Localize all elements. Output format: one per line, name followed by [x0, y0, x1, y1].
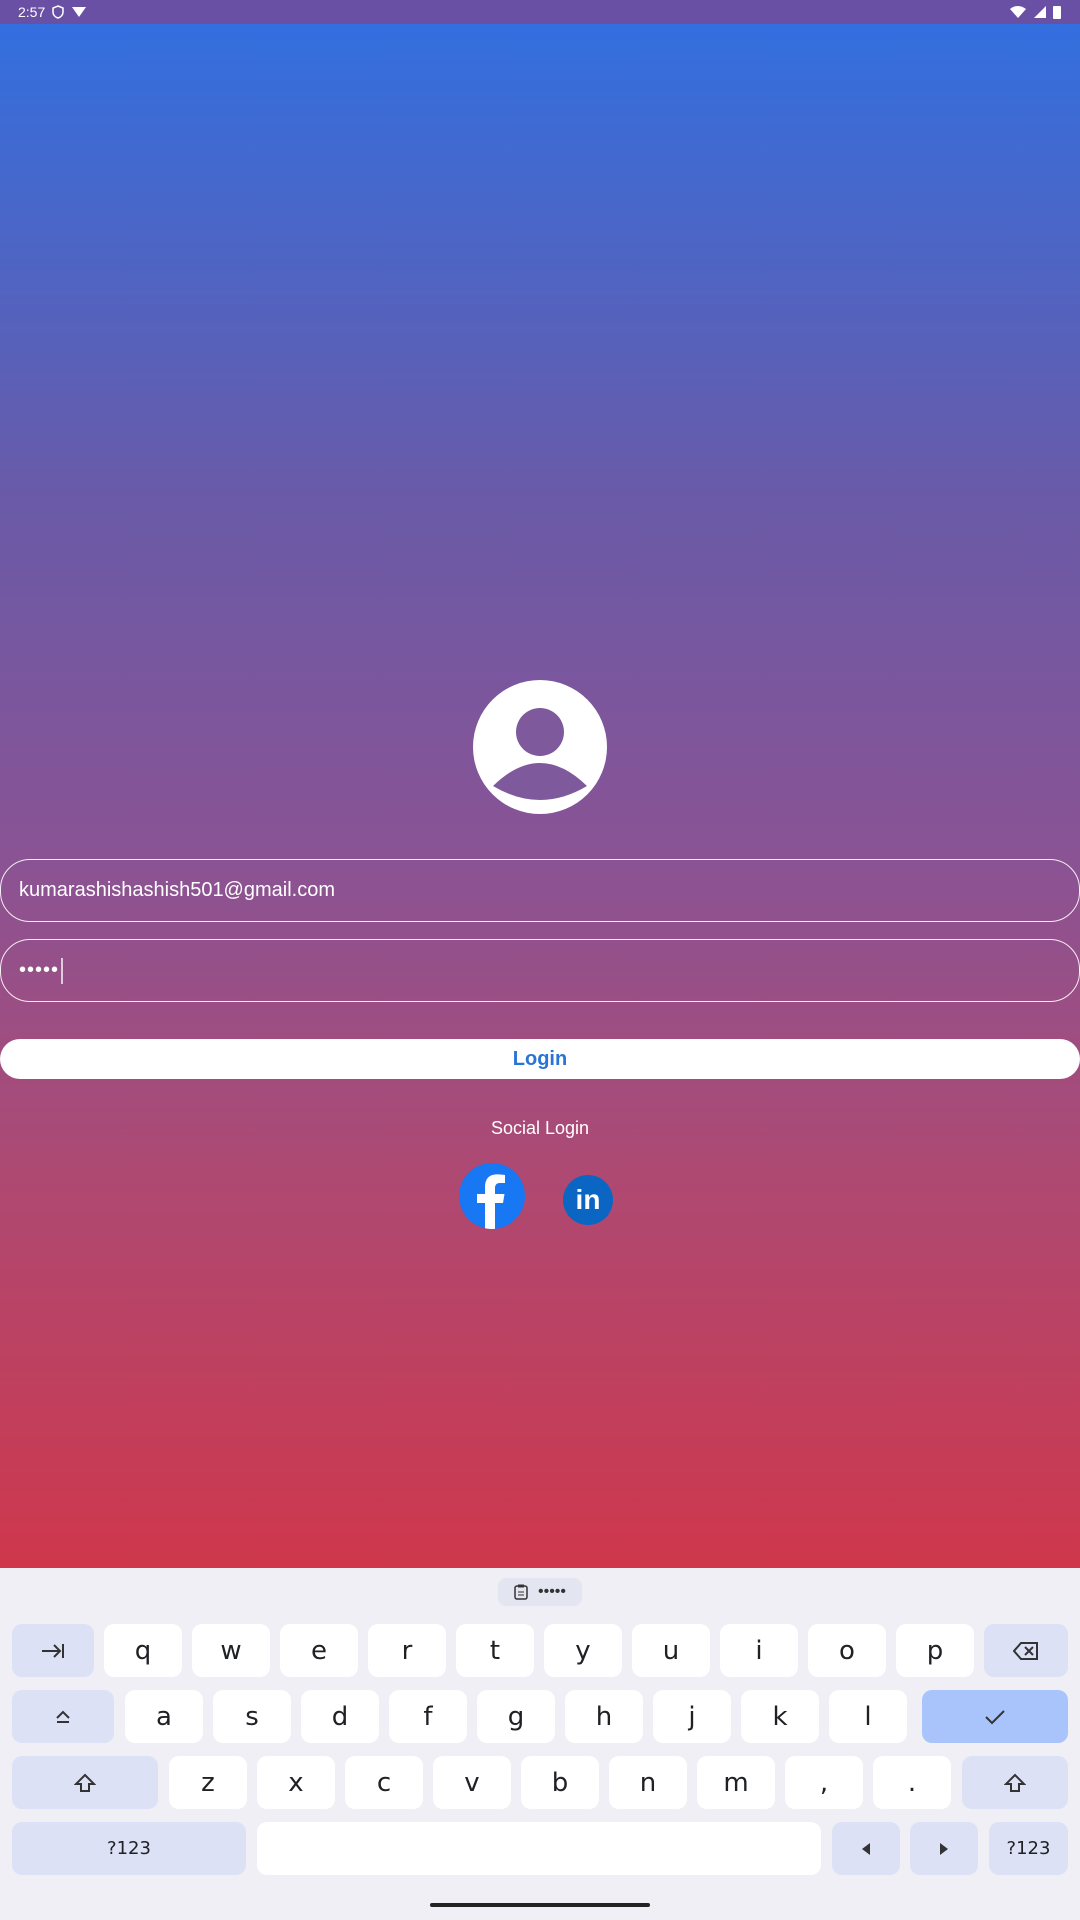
arrow-right-icon: [940, 1842, 948, 1855]
password-value: •••••: [19, 959, 60, 981]
key-y[interactable]: y: [544, 1624, 622, 1677]
cursor-left-key[interactable]: [832, 1822, 900, 1875]
key-l[interactable]: l: [829, 1690, 907, 1743]
key-comma[interactable]: ,: [785, 1756, 863, 1809]
space-bar[interactable]: [257, 1822, 821, 1875]
key-d[interactable]: d: [301, 1690, 379, 1743]
shift-icon: [1004, 1773, 1026, 1792]
done-key[interactable]: [922, 1690, 1068, 1743]
arrow-left-icon: [862, 1842, 870, 1855]
key-s[interactable]: s: [213, 1690, 291, 1743]
key-k[interactable]: k: [741, 1690, 819, 1743]
shift-key-left[interactable]: [12, 1756, 158, 1809]
check-icon: [985, 1709, 1005, 1724]
signal-icon: [1034, 6, 1046, 18]
linkedin-icon: in: [575, 1184, 601, 1215]
text-caret: [61, 957, 64, 984]
wifi-icon: [1010, 6, 1026, 18]
home-indicator[interactable]: [430, 1903, 650, 1907]
password-input[interactable]: •••••: [0, 939, 1080, 1002]
symbols-key-left[interactable]: ?123: [12, 1822, 246, 1875]
on-screen-keyboard: ••••• q w e r t y u i o p a s d f g h j …: [0, 1568, 1080, 1920]
shift-key-right[interactable]: [962, 1756, 1068, 1809]
key-f[interactable]: f: [389, 1690, 467, 1743]
key-period[interactable]: .: [873, 1756, 951, 1809]
login-button[interactable]: Login: [0, 1039, 1080, 1079]
key-q[interactable]: q: [104, 1624, 182, 1677]
shift-icon: [74, 1773, 96, 1792]
facebook-login-button[interactable]: [459, 1163, 525, 1229]
cursor-right-key[interactable]: [910, 1822, 978, 1875]
key-h[interactable]: h: [565, 1690, 643, 1743]
tab-key[interactable]: [12, 1624, 94, 1677]
key-t[interactable]: t: [456, 1624, 534, 1677]
clipboard-suggestion[interactable]: •••••: [498, 1578, 582, 1606]
key-u[interactable]: u: [632, 1624, 710, 1677]
backspace-key[interactable]: [984, 1624, 1068, 1677]
key-b[interactable]: b: [521, 1756, 599, 1809]
status-time: 2:57: [18, 4, 46, 20]
clipboard-suggestion-text: •••••: [537, 1583, 566, 1600]
key-p[interactable]: p: [896, 1624, 974, 1677]
status-bar: 2:57: [0, 0, 1080, 24]
email-input[interactable]: kumarashishashish501@gmail.com: [0, 859, 1080, 922]
symbols-key-right[interactable]: ?123: [989, 1822, 1068, 1875]
clipboard-icon: [514, 1584, 528, 1600]
facebook-icon: [477, 1174, 505, 1229]
social-login-label: Social Login: [490, 1118, 590, 1138]
backspace-icon: [1013, 1641, 1038, 1660]
key-j[interactable]: j: [653, 1690, 731, 1743]
tab-icon: [42, 1643, 64, 1658]
key-g[interactable]: g: [477, 1690, 555, 1743]
key-i[interactable]: i: [720, 1624, 798, 1677]
key-e[interactable]: e: [280, 1624, 358, 1677]
key-m[interactable]: m: [697, 1756, 775, 1809]
key-w[interactable]: w: [192, 1624, 270, 1677]
key-o[interactable]: o: [808, 1624, 886, 1677]
battery-icon: [1053, 6, 1061, 19]
user-avatar-icon: [473, 680, 607, 814]
shield-icon: [52, 5, 64, 19]
social-login-buttons: in: [459, 1163, 613, 1229]
key-v[interactable]: v: [433, 1756, 511, 1809]
key-x[interactable]: x: [257, 1756, 335, 1809]
key-c[interactable]: c: [345, 1756, 423, 1809]
key-n[interactable]: n: [609, 1756, 687, 1809]
keyboard-collapse-icon: [56, 1710, 70, 1723]
linkedin-login-button[interactable]: in: [563, 1175, 613, 1225]
collapse-keyboard-key[interactable]: [12, 1690, 114, 1743]
key-r[interactable]: r: [368, 1624, 446, 1677]
email-value: kumarashishashish501@gmail.com: [19, 879, 335, 901]
key-z[interactable]: z: [169, 1756, 247, 1809]
key-a[interactable]: a: [125, 1690, 203, 1743]
login-screen: 2:57 kumarashishashish501@gmail.com ••••…: [0, 0, 1080, 1568]
vpn-icon: [72, 7, 87, 17]
